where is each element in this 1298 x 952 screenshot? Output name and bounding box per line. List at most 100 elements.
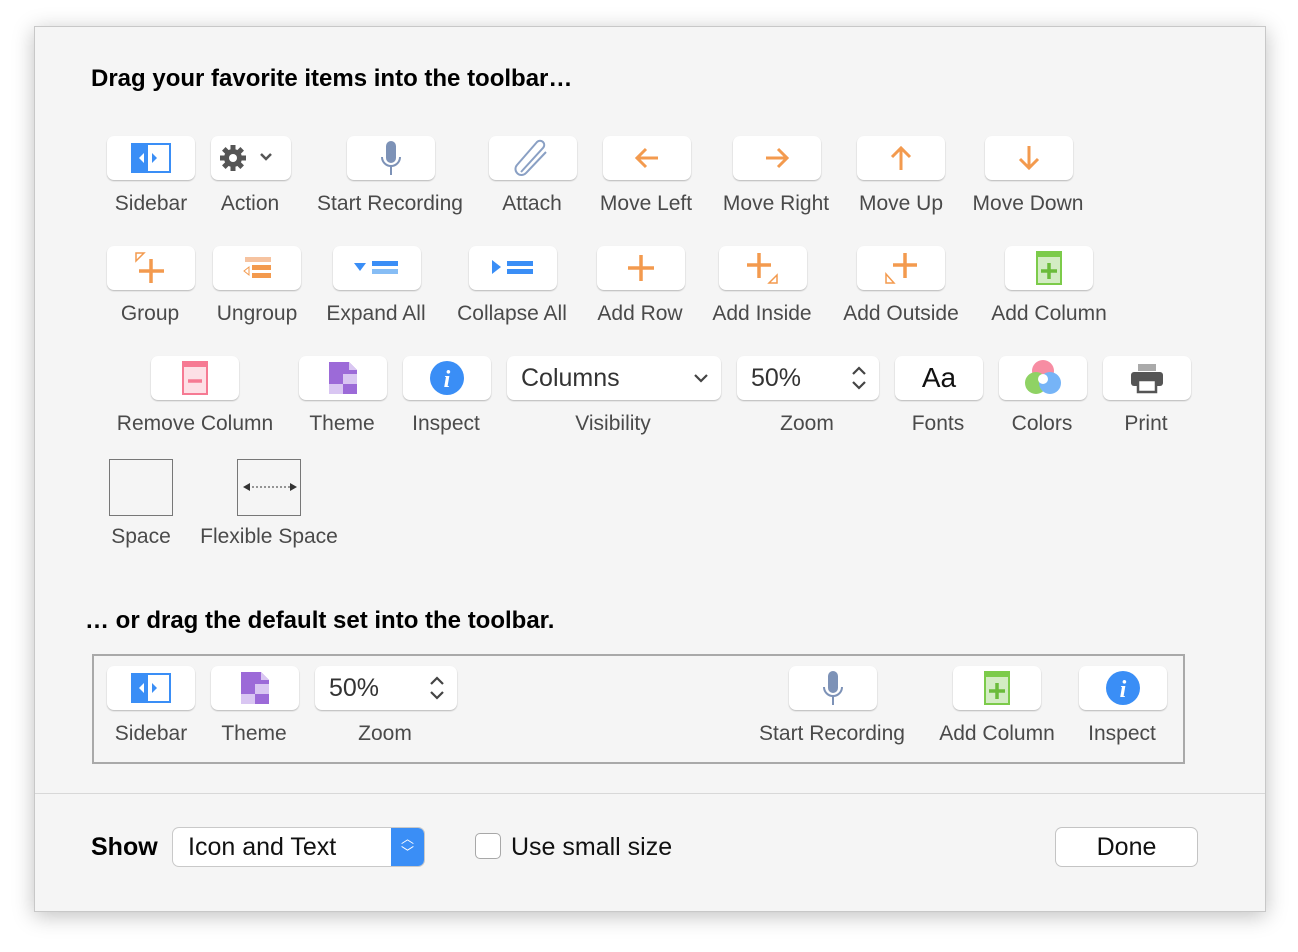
show-label: Show	[91, 833, 158, 861]
default-item-start-recording[interactable]	[789, 666, 877, 710]
palette-label-visibility: Visibility	[575, 412, 651, 435]
printer-icon	[1129, 362, 1165, 394]
palette-item-move-down[interactable]	[985, 136, 1073, 180]
group-icon	[133, 251, 169, 285]
palette-item-remove-column[interactable]	[151, 356, 239, 400]
palette-item-inspect[interactable]: i	[403, 356, 491, 400]
palette-label-theme: Theme	[309, 412, 375, 435]
palette-label-add-inside: Add Inside	[712, 302, 812, 325]
palette-label-inspect: Inspect	[412, 412, 480, 435]
add-column-icon	[984, 671, 1010, 705]
palette-item-move-up[interactable]	[857, 136, 945, 180]
palette-label-move-up: Move Up	[858, 192, 944, 215]
palette-label-ungroup: Ungroup	[216, 302, 298, 325]
add-outside-icon	[883, 250, 919, 286]
palette-label-zoom: Zoom	[780, 412, 834, 435]
default-label-theme: Theme	[221, 722, 287, 745]
palette-label-space: Space	[111, 525, 171, 548]
info-icon: i	[1105, 670, 1141, 706]
palette-item-collapse-all[interactable]	[469, 246, 557, 290]
palette-item-colors[interactable]	[999, 356, 1087, 400]
palette-label-collapse-all: Collapse All	[457, 302, 567, 325]
favorites-heading: Drag your favorite items into the toolba…	[91, 65, 573, 92]
expand-all-icon	[352, 253, 402, 283]
svg-text:i: i	[1120, 677, 1127, 703]
palette-item-sidebar[interactable]	[107, 136, 195, 180]
palette-label-move-left: Move Left	[599, 192, 693, 215]
palette-label-add-column: Add Column	[991, 302, 1107, 325]
palette-item-move-left[interactable]	[603, 136, 691, 180]
default-item-add-column[interactable]	[953, 666, 1041, 710]
updown-chevron-icon: ︿ ﹀	[391, 828, 424, 866]
palette-item-add-column[interactable]	[1005, 246, 1093, 290]
palette-label-print: Print	[1124, 412, 1168, 435]
palette-item-theme[interactable]	[299, 356, 387, 400]
palette-item-add-row[interactable]	[597, 246, 685, 290]
divider	[35, 793, 1265, 794]
palette-item-zoom[interactable]: 50%	[737, 356, 879, 400]
default-item-theme[interactable]	[211, 666, 299, 710]
palette-label-sidebar: Sidebar	[114, 192, 188, 215]
palette-label-attach: Attach	[502, 192, 562, 215]
chevron-down-icon	[693, 364, 709, 399]
palette-item-visibility[interactable]: Columns	[507, 356, 721, 400]
show-popup-value: Icon and Text	[188, 833, 337, 861]
visibility-popup-value: Columns	[521, 363, 620, 392]
svg-text:i: i	[444, 367, 451, 393]
default-label-inspect: Inspect	[1088, 722, 1156, 745]
default-set-heading: … or drag the default set into the toolb…	[85, 607, 555, 634]
default-label-sidebar: Sidebar	[114, 722, 188, 745]
palette-label-add-row: Add Row	[597, 302, 683, 325]
arrow-right-icon	[762, 143, 792, 173]
palette-item-start-recording[interactable]	[347, 136, 435, 180]
palette-item-expand-all[interactable]	[333, 246, 421, 290]
palette-item-print[interactable]	[1103, 356, 1191, 400]
use-small-size-checkbox[interactable]	[475, 833, 501, 859]
zoom-value: 50%	[329, 673, 380, 702]
palette-item-add-inside[interactable]	[719, 246, 807, 290]
zoom-value: 50%	[751, 363, 802, 392]
palette-item-group[interactable]	[107, 246, 195, 290]
show-popup[interactable]: Icon and Text ︿ ﹀	[173, 828, 424, 866]
default-item-inspect[interactable]: i	[1079, 666, 1167, 710]
updown-chevron-icon	[851, 364, 867, 399]
palette-label-start-recording: Start Recording	[317, 192, 463, 215]
palette-label-colors: Colors	[1011, 412, 1073, 435]
palette-item-action[interactable]	[211, 136, 291, 180]
palette-item-space[interactable]	[109, 459, 173, 516]
arrow-up-icon	[886, 143, 916, 173]
palette-item-add-outside[interactable]	[857, 246, 945, 290]
info-icon: i	[429, 360, 465, 396]
palette-label-add-outside: Add Outside	[843, 302, 959, 325]
arrow-down-icon	[1014, 143, 1044, 173]
done-button[interactable]: Done	[1056, 828, 1197, 866]
palette-label-expand-all: Expand All	[326, 302, 426, 325]
add-inside-icon	[745, 250, 781, 286]
palette-item-fonts[interactable]: Aa	[895, 356, 983, 400]
default-item-sidebar[interactable]	[107, 666, 195, 710]
paperclip-icon	[513, 138, 553, 178]
flexible-space-icon	[242, 480, 298, 499]
palette-label-move-down: Move Down	[972, 192, 1084, 215]
palette-label-action: Action	[220, 192, 280, 215]
default-label-zoom: Zoom	[358, 722, 412, 745]
theme-icon	[240, 671, 270, 705]
microphone-icon	[376, 138, 406, 178]
palette-item-attach[interactable]	[489, 136, 577, 180]
fonts-icon: Aa	[921, 362, 957, 393]
gear-icon	[216, 143, 286, 173]
theme-icon	[328, 361, 358, 395]
palette-label-fonts: Fonts	[911, 412, 965, 435]
use-small-size-label[interactable]: Use small size	[511, 833, 672, 862]
arrow-left-icon	[632, 143, 662, 173]
ungroup-icon	[239, 253, 275, 283]
collapse-all-icon	[488, 253, 538, 283]
sidebar-icon	[131, 673, 171, 703]
palette-label-flexible-space: Flexible Space	[200, 525, 338, 548]
palette-item-move-right[interactable]	[733, 136, 821, 180]
default-item-zoom[interactable]: 50%	[315, 666, 457, 710]
palette-item-flexible-space[interactable]	[237, 459, 301, 516]
palette-label-group: Group	[120, 302, 180, 325]
palette-item-ungroup[interactable]	[213, 246, 301, 290]
default-label-add-column: Add Column	[939, 722, 1055, 745]
